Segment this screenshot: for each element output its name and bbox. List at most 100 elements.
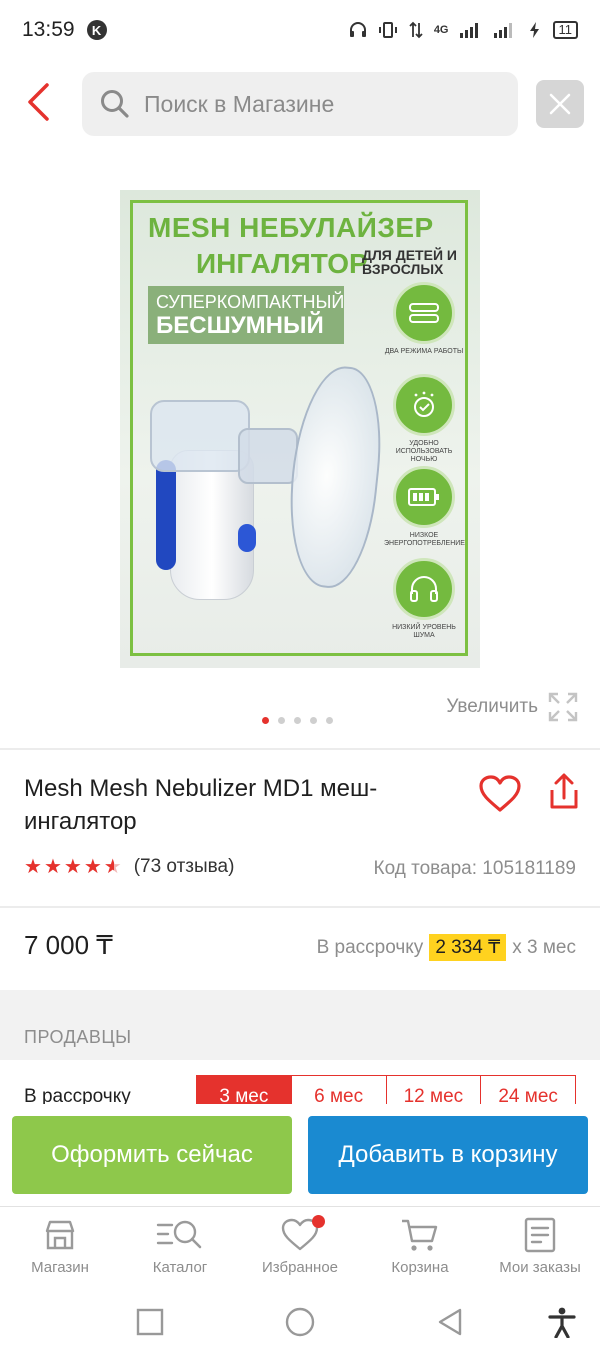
nav-item-catalog[interactable]: Каталог <box>120 1207 240 1292</box>
divider <box>0 906 600 908</box>
nav-label: Корзина <box>391 1259 449 1276</box>
expand-icon <box>548 692 578 722</box>
product-page: 13:59 K 4G 11 MESH НЕБУЛАЙЗЕР ИНГАЛЯТОР <box>0 0 600 1365</box>
image-carousel-dots <box>262 717 333 724</box>
tab-12-months[interactable]: 12 мес <box>387 1076 482 1107</box>
product-title: Mesh Mesh Nebulizer MD1 меш-ингалятор <box>24 775 378 835</box>
nav-item-store[interactable]: Магазин <box>0 1207 120 1292</box>
tab-3-months[interactable]: 3 мес <box>197 1076 292 1107</box>
heart-icon <box>479 775 521 812</box>
back-button[interactable] <box>16 80 60 124</box>
data-transfer-icon <box>409 21 423 39</box>
star-icon: ★ <box>83 856 102 878</box>
vibrate-icon <box>378 22 397 38</box>
feature-two-modes: ДВА РЕЖИМА РАБОТЫ <box>384 282 464 356</box>
nebulizer-connector <box>238 428 298 484</box>
signal-icon-2 <box>493 23 512 38</box>
search-box[interactable] <box>82 72 518 136</box>
feature-low-power: НИЗКОЕ ЭНЕРГОПОТРЕБЛЕНИЕ <box>384 466 465 548</box>
carousel-dot[interactable] <box>326 717 333 724</box>
search-input[interactable] <box>144 90 484 118</box>
promo-badge-line2: БЕСШУМНЫЙ <box>156 312 324 339</box>
clear-search-button[interactable] <box>536 80 584 128</box>
nav-item-cart[interactable]: Корзина <box>360 1207 480 1292</box>
nav-label: Избранное <box>261 1259 339 1276</box>
installment-suffix: х 3 мес <box>512 936 576 958</box>
sellers-section-header <box>0 990 600 1060</box>
nav-item-favorites[interactable]: Избранное <box>240 1207 360 1292</box>
star-icon: ★ <box>24 856 42 878</box>
installment-prefix: В рассрочку <box>316 936 424 958</box>
status-bar: 13:59 K 4G 11 <box>0 0 600 60</box>
reviews-count[interactable]: (73 отзыва) <box>134 856 235 878</box>
store-icon <box>45 1220 75 1250</box>
battery-icon <box>393 466 455 528</box>
promo-badge: СУПЕРКОМПАКТНЫЙ БЕСШУМНЫЙ <box>148 286 344 344</box>
home-button[interactable] <box>284 1306 316 1338</box>
notification-badge <box>312 1215 325 1228</box>
installment-info: В рассрочку 2 334 ₸ х 3 мес <box>317 934 576 961</box>
night-icon <box>393 374 455 436</box>
installment-amount: 2 334 ₸ <box>429 934 507 961</box>
search-header <box>0 72 600 136</box>
tab-24-months[interactable]: 24 мес <box>481 1076 575 1107</box>
rating-row[interactable]: ★ ★ ★ ★ ★ (73 отзыва) <box>24 856 234 878</box>
recent-apps-button[interactable] <box>134 1306 166 1338</box>
zoom-label: Увеличить <box>446 696 538 717</box>
headset-icon <box>349 22 366 37</box>
promo-title-line2: ИНГАЛЯТОР <box>196 248 368 279</box>
system-navigation-bar <box>0 1292 600 1365</box>
promo-subtitle: ДЛЯ ДЕТЕЙ И ВЗРОСЛЫХ <box>362 247 457 277</box>
promo-title-line1: MESH НЕБУЛАЙЗЕР <box>148 212 434 243</box>
status-time: 13:59 <box>22 18 75 41</box>
feature-label: НИЗКИЙ УРОВЕНЬ ШУМА <box>392 624 456 639</box>
headphones-icon <box>393 558 455 620</box>
system-back-button[interactable] <box>434 1306 466 1338</box>
feature-label: НИЗКОЕ ЭНЕРГОПОТРЕБЛЕНИЕ <box>384 532 465 547</box>
half-star-icon: ★ <box>103 856 122 878</box>
circle-icon <box>285 1307 315 1337</box>
zoom-button[interactable]: Увеличить <box>446 692 578 722</box>
carousel-dot[interactable] <box>278 717 285 724</box>
buy-now-button[interactable]: Оформить сейчас <box>12 1116 292 1194</box>
promo-badge-line1: СУПЕРКОМПАКТНЫЙ <box>156 292 345 312</box>
carousel-dot[interactable] <box>262 717 269 724</box>
nebulizer-stripe <box>156 460 176 570</box>
search-icon <box>101 90 129 118</box>
product-image[interactable]: MESH НЕБУЛАЙЗЕР ИНГАЛЯТОР ДЛЯ ДЕТЕЙ И ВЗ… <box>120 190 480 668</box>
favorite-button[interactable] <box>478 774 522 814</box>
accessibility-button[interactable] <box>546 1306 578 1338</box>
star-icon: ★ <box>63 856 82 878</box>
share-icon <box>550 773 578 809</box>
nav-item-orders[interactable]: Мои заказы <box>480 1207 600 1292</box>
square-icon <box>136 1308 164 1336</box>
signal-icon <box>459 23 478 38</box>
network-type: 4G <box>433 24 449 36</box>
nav-label: Каталог <box>152 1259 208 1276</box>
chevron-left-icon <box>28 83 49 121</box>
product-sku: Код товара: 105181189 <box>373 858 576 879</box>
divider <box>0 748 600 750</box>
product-price: 7 000 ₸ <box>24 930 113 960</box>
bottom-navigation: Магазин Каталог Избранное Корзина Мои за… <box>0 1206 600 1292</box>
carousel-dot[interactable] <box>310 717 317 724</box>
charging-icon <box>529 22 539 38</box>
status-icons: 4G 11 <box>348 20 578 40</box>
tab-6-months[interactable]: 6 мес <box>292 1076 387 1107</box>
nebulizer-button <box>238 524 256 552</box>
accessibility-icon <box>548 1307 576 1338</box>
sellers-title: ПРОДАВЦЫ <box>24 1027 132 1047</box>
feature-night-use: УДОБНО ИСПОЛЬЗОВАТЬ НОЧЬЮ <box>384 374 464 464</box>
feature-label: УДОБНО ИСПОЛЬЗОВАТЬ НОЧЬЮ <box>395 440 453 463</box>
add-to-cart-button[interactable]: Добавить в корзину <box>308 1116 588 1194</box>
carousel-dot[interactable] <box>294 717 301 724</box>
catalog-icon <box>156 1220 202 1249</box>
nav-label: Мои заказы <box>499 1259 581 1276</box>
star-icon: ★ <box>43 856 62 878</box>
share-button[interactable] <box>544 772 584 812</box>
nebulizer-cup <box>150 400 250 472</box>
nav-label: Магазин <box>31 1259 89 1276</box>
feature-low-noise: НИЗКИЙ УРОВЕНЬ ШУМА <box>384 558 464 640</box>
battery-level: 11 <box>552 21 578 39</box>
mode-icon <box>393 282 455 344</box>
